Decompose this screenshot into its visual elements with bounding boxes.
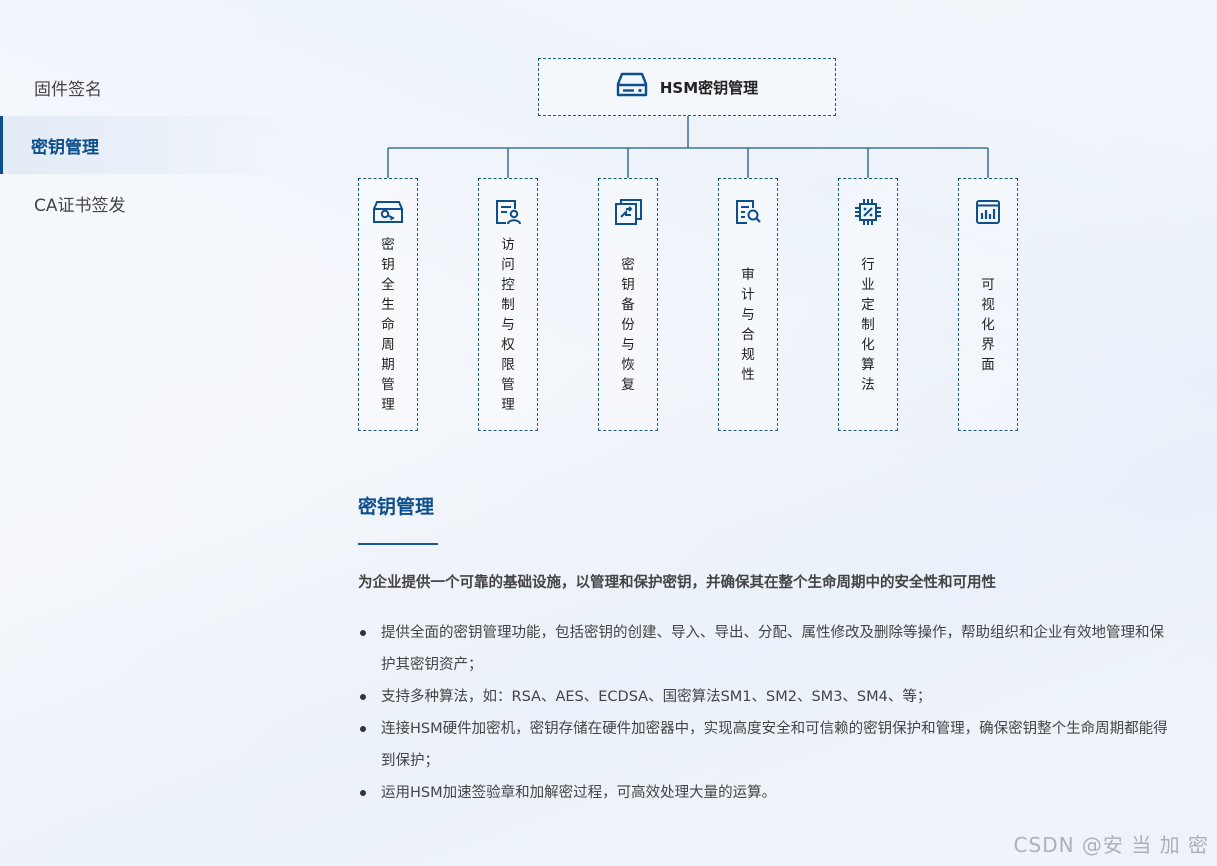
title-underline (358, 543, 438, 545)
bar-chart-icon (974, 198, 1002, 226)
key-icon (372, 198, 404, 226)
diagram-node-custom-algorithm: 行业定制化算法 (838, 178, 898, 431)
list-item: 运用HSM加速签验章和加解密过程，可高效处理大量的运算。 (358, 777, 1168, 809)
list-item: 连接HSM硬件加密机，密钥存储在硬件加密器中，实现高度安全和可信赖的密钥保护和管… (358, 713, 1168, 777)
server-icon (616, 71, 648, 103)
diagram-node-label: 行业定制化算法 (861, 257, 875, 393)
section-subtitle: 为企业提供一个可靠的基础设施，以管理和保护密钥，并确保其在整个生命周期中的安全性… (358, 575, 996, 591)
watermark: CSDN @安 当 加 密 (1013, 833, 1209, 857)
diagram-root-label: HSM密钥管理 (659, 78, 759, 97)
section-title: 密钥管理 (358, 496, 435, 518)
diagram-node-label: 密钥备份与恢复 (621, 257, 635, 393)
diagram-node-visual-interface: 可视化界面 (958, 178, 1018, 431)
user-document-icon (493, 198, 523, 226)
diagram-node-label: 访问控制与权限管理 (501, 237, 515, 413)
list-item: 支持多种算法，如：RSA、AES、ECDSA、国密算法SM1、SM2、SM3、S… (358, 681, 1168, 713)
chip-icon (853, 198, 883, 226)
diagram-node-backup-restore: 密钥备份与恢复 (598, 178, 658, 431)
document-search-icon (733, 198, 763, 226)
diagram-node-label: 可视化界面 (981, 277, 995, 373)
list-item: 提供全面的密钥管理功能，包括密钥的创建、导入、导出、分配、属性修改及删除等操作，… (358, 617, 1168, 681)
backup-restore-icon (613, 198, 643, 226)
diagram-root-node: HSM密钥管理 (538, 58, 836, 116)
diagram-node-access-control: 访问控制与权限管理 (478, 178, 538, 431)
diagram-node-label: 密钥全生命周期管理 (381, 237, 395, 413)
diagram-node-key-lifecycle: 密钥全生命周期管理 (358, 178, 418, 431)
feature-list: 提供全面的密钥管理功能，包括密钥的创建、导入、导出、分配、属性修改及删除等操作，… (358, 617, 1168, 809)
diagram-node-audit-compliance: 审计与合规性 (718, 178, 778, 431)
diagram-node-label: 审计与合规性 (741, 267, 755, 383)
